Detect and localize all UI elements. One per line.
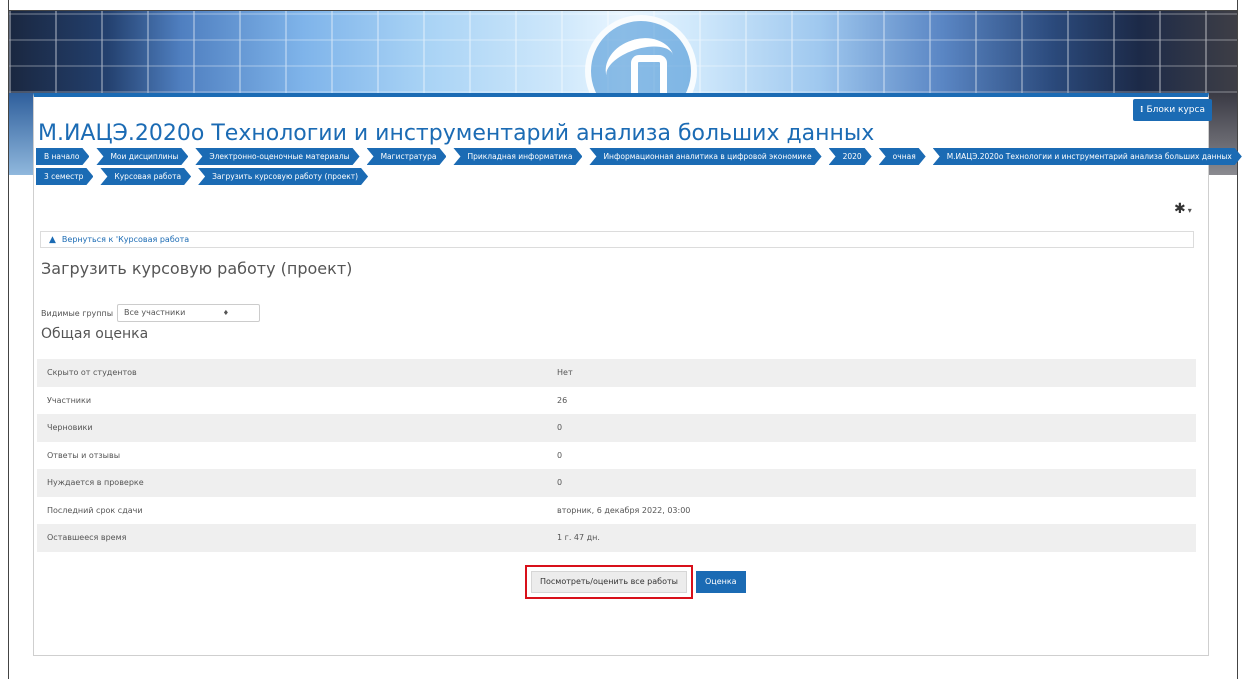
visible-groups-control: Видимые группы Все участники ♦ [41, 304, 261, 322]
course-blocks-label: Блоки курса [1146, 105, 1205, 115]
table-row: Последний срок сдачи вторник, 6 декабря … [37, 497, 1196, 525]
visible-groups-selected: Все участники [124, 308, 186, 317]
breadcrumb-item-study-form[interactable]: очная [879, 148, 926, 165]
main-content-card: ⁞ Блоки курса М.ИАЦЭ.2020о Технологии и и… [33, 93, 1209, 656]
summary-key: Ответы и отзывы [47, 450, 121, 460]
settings-menu[interactable]: ✱ ▾ [1174, 201, 1192, 217]
breadcrumb-item-assessment-materials[interactable]: Электронно-оценочные материалы [195, 148, 359, 165]
summary-key: Нуждается в проверке [47, 478, 144, 488]
course-blocks-button[interactable]: ⁞ Блоки курса [1133, 99, 1212, 121]
visible-groups-select[interactable]: Все участники ♦ [117, 304, 261, 322]
table-row: Черновики 0 [37, 414, 1196, 442]
select-arrows-icon: ♦ [222, 309, 230, 317]
breadcrumb-item-coursework[interactable]: Курсовая работа [100, 168, 191, 185]
page-title: Загрузить курсовую работу (проект) [41, 259, 353, 278]
highlight-box: Посмотреть/оценить все работы [525, 565, 693, 599]
table-row: Скрыто от студентов Нет [37, 359, 1196, 387]
action-buttons: Посмотреть/оценить все работы Оценка [525, 565, 746, 599]
summary-value: вторник, 6 декабря 2022, 03:00 [557, 505, 691, 515]
view-grade-all-button[interactable]: Посмотреть/оценить все работы [531, 571, 687, 593]
breadcrumb-item-upload-assignment[interactable]: Загрузить курсовую работу (проект) [198, 168, 368, 185]
table-row: Ответы и отзывы 0 [37, 442, 1196, 470]
summary-key: Участники [47, 395, 92, 405]
summary-value: 0 [557, 478, 563, 488]
gear-icon: ✱ [1174, 201, 1186, 217]
grading-summary-table: Скрыто от студентов Нет Участники 26 Чер… [37, 359, 1196, 552]
summary-value: 1 г. 47 дн. [557, 533, 600, 543]
breadcrumb-item-semester[interactable]: 3 семестр [36, 168, 93, 185]
summary-key: Скрыто от студентов [47, 368, 137, 378]
course-title[interactable]: М.ИАЦЭ.2020о Технологии и инструментарий… [38, 121, 874, 146]
breadcrumb-item-course[interactable]: М.ИАЦЭ.2020о Технологии и инструментарий… [933, 148, 1242, 165]
summary-value: Нет [557, 368, 573, 378]
summary-key: Оставшееся время [47, 533, 127, 543]
frame-right-border [1237, 0, 1238, 679]
grading-summary-heading: Общая оценка [41, 326, 149, 342]
breadcrumb-item-home[interactable]: В начало [36, 148, 89, 165]
summary-value: 26 [557, 395, 568, 405]
table-row: Нуждается в проверке 0 [37, 469, 1196, 497]
vertical-bar-icon: ⁞ [1140, 105, 1144, 115]
visible-groups-label: Видимые группы [41, 308, 114, 318]
breadcrumb-item-masters[interactable]: Магистратура [367, 148, 447, 165]
back-link-bar[interactable]: ▲ Вернуться к 'Курсовая работа [40, 231, 1194, 248]
header-banner [9, 11, 1237, 93]
summary-value: 0 [557, 450, 563, 460]
chevron-down-icon: ▾ [1187, 206, 1192, 215]
breadcrumb-item-applied-informatics[interactable]: Прикладная информатика [453, 148, 582, 165]
breadcrumb-row-1: В начало Мои дисциплины Электронно-оцено… [36, 148, 1206, 165]
table-row: Оставшееся время 1 г. 47 дн. [37, 524, 1196, 552]
breadcrumb: В начало Мои дисциплины Электронно-оцено… [36, 148, 1206, 188]
grade-button[interactable]: Оценка [695, 571, 746, 593]
breadcrumb-item-info-analytics[interactable]: Информационная аналитика в цифровой экон… [589, 148, 821, 165]
summary-key: Последний срок сдачи [47, 505, 143, 515]
summary-key: Черновики [47, 423, 93, 433]
breadcrumb-row-2: 3 семестр Курсовая работа Загрузить курс… [36, 168, 1206, 185]
breadcrumb-item-year[interactable]: 2020 [829, 148, 872, 165]
arrow-up-icon: ▲ [49, 235, 56, 245]
table-row: Участники 26 [37, 387, 1196, 415]
back-link[interactable]: Вернуться к 'Курсовая работа [62, 235, 189, 244]
summary-value: 0 [557, 423, 563, 433]
breadcrumb-item-my-courses[interactable]: Мои дисциплины [96, 148, 188, 165]
